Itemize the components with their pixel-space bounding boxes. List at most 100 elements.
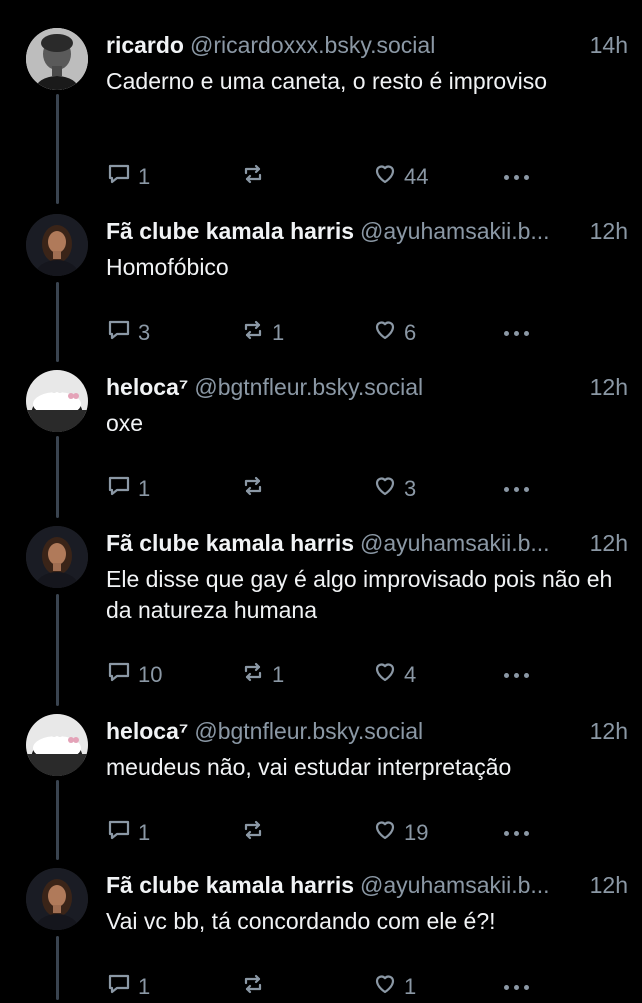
author-handle[interactable]: @bgtnfleur.bsky.social (194, 718, 423, 744)
reply-button[interactable]: 1 (106, 818, 150, 848)
avatar[interactable] (26, 714, 88, 776)
heart-icon (372, 161, 398, 193)
repost-icon (240, 971, 266, 1003)
like-count: 44 (404, 164, 429, 189)
repost-count: 1 (272, 320, 285, 345)
post-time: 12h (581, 716, 628, 746)
more-options-button[interactable] (504, 474, 529, 504)
thread-line (56, 94, 59, 204)
reply-button[interactable]: 1 (106, 972, 150, 1002)
heart-icon (372, 971, 398, 1003)
like-count: 6 (404, 320, 417, 345)
heart-icon (372, 659, 398, 691)
more-options-button[interactable] (504, 318, 529, 348)
like-count: 19 (404, 820, 429, 845)
repost-button[interactable] (240, 818, 272, 848)
reply-button[interactable]: 10 (106, 660, 162, 690)
reply-icon (106, 659, 132, 691)
thread-line (56, 780, 59, 860)
thread-line (56, 436, 59, 518)
post-time: 14h (581, 30, 628, 60)
reply-count: 3 (138, 320, 151, 345)
like-button[interactable]: 19 (372, 818, 428, 848)
author-name[interactable]: Fã clube kamala harris (106, 530, 354, 556)
post-time: 12h (581, 528, 628, 558)
repost-button[interactable] (240, 474, 272, 504)
post-time: 12h (581, 216, 628, 246)
author-name[interactable]: Fã clube kamala harris (106, 872, 354, 898)
post-header: heloca⁷ @bgtnfleur.bsky.social 12h (106, 716, 628, 746)
author-name[interactable]: heloca⁷ (106, 374, 188, 400)
reply-icon (106, 161, 132, 193)
repost-button[interactable]: 1 (240, 318, 284, 348)
avatar[interactable] (26, 370, 88, 432)
post-header: Fã clube kamala harris @ayuhamsakii.b... … (106, 528, 628, 558)
reply-icon (106, 317, 132, 349)
more-options-button[interactable] (504, 818, 529, 848)
reply-count: 1 (138, 974, 151, 999)
reply-button[interactable]: 1 (106, 162, 150, 192)
more-options-button[interactable] (504, 972, 529, 1002)
post-time: 12h (581, 870, 628, 900)
post-actions: 3 1 6 (106, 318, 546, 348)
thread-line (56, 936, 59, 1000)
repost-icon (240, 659, 266, 691)
like-count: 4 (404, 662, 417, 687)
like-button[interactable]: 6 (372, 318, 416, 348)
avatar[interactable] (26, 868, 88, 930)
post-header: ricardo @ricardoxxx.bsky.social 14h (106, 30, 628, 60)
reply-icon (106, 817, 132, 849)
more-dots-icon (504, 672, 529, 678)
like-button[interactable]: 1 (372, 972, 416, 1002)
repost-icon (240, 473, 266, 505)
more-dots-icon (504, 174, 529, 180)
avatar[interactable] (26, 28, 88, 90)
post-time: 12h (581, 372, 628, 402)
author-handle[interactable]: @ayuhamsakii.b... (360, 530, 550, 556)
post-text: oxe (106, 410, 144, 436)
repost-count: 1 (272, 662, 285, 687)
more-options-button[interactable] (504, 162, 529, 192)
avatar[interactable] (26, 526, 88, 588)
more-options-button[interactable] (504, 660, 529, 690)
post-actions: 1 1 (106, 972, 546, 1002)
like-button[interactable]: 3 (372, 474, 416, 504)
reply-count: 1 (138, 820, 151, 845)
avatar[interactable] (26, 214, 88, 276)
reply-icon (106, 971, 132, 1003)
reply-count: 10 (138, 662, 163, 687)
repost-icon (240, 817, 266, 849)
repost-icon (240, 317, 266, 349)
author-handle[interactable]: @ricardoxxx.bsky.social (190, 32, 435, 58)
author-name[interactable]: Fã clube kamala harris (106, 218, 354, 244)
more-dots-icon (504, 486, 529, 492)
author-handle[interactable]: @ayuhamsakii.b... (360, 218, 550, 244)
like-count: 1 (404, 974, 417, 999)
post-text: Vai vc bb, tá concordando com ele é?! (106, 908, 496, 934)
post-actions: 1 19 (106, 818, 546, 848)
author-handle[interactable]: @ayuhamsakii.b... (360, 872, 550, 898)
reply-icon (106, 473, 132, 505)
heart-icon (372, 317, 398, 349)
like-button[interactable]: 44 (372, 162, 428, 192)
repost-icon (240, 161, 266, 193)
heart-icon (372, 473, 398, 505)
post-header: Fã clube kamala harris @ayuhamsakii.b... … (106, 870, 628, 900)
like-button[interactable]: 4 (372, 660, 416, 690)
author-name[interactable]: heloca⁷ (106, 718, 188, 744)
post-text: Ele disse que gay é algo improvisado poi… (106, 566, 613, 623)
author-handle[interactable]: @bgtnfleur.bsky.social (194, 374, 423, 400)
reply-button[interactable]: 3 (106, 318, 150, 348)
post-text: Homofóbico (106, 254, 229, 280)
repost-button[interactable] (240, 972, 272, 1002)
repost-button[interactable]: 1 (240, 660, 284, 690)
post-text: Caderno e uma caneta, o resto é improvis… (106, 68, 548, 94)
post-actions: 10 1 4 (106, 660, 546, 690)
repost-button[interactable] (240, 162, 272, 192)
post-actions: 1 44 (106, 162, 546, 192)
thread-line (56, 594, 59, 706)
like-count: 3 (404, 476, 417, 501)
post-header: heloca⁷ @bgtnfleur.bsky.social 12h (106, 372, 628, 402)
reply-button[interactable]: 1 (106, 474, 150, 504)
author-name[interactable]: ricardo (106, 32, 184, 58)
